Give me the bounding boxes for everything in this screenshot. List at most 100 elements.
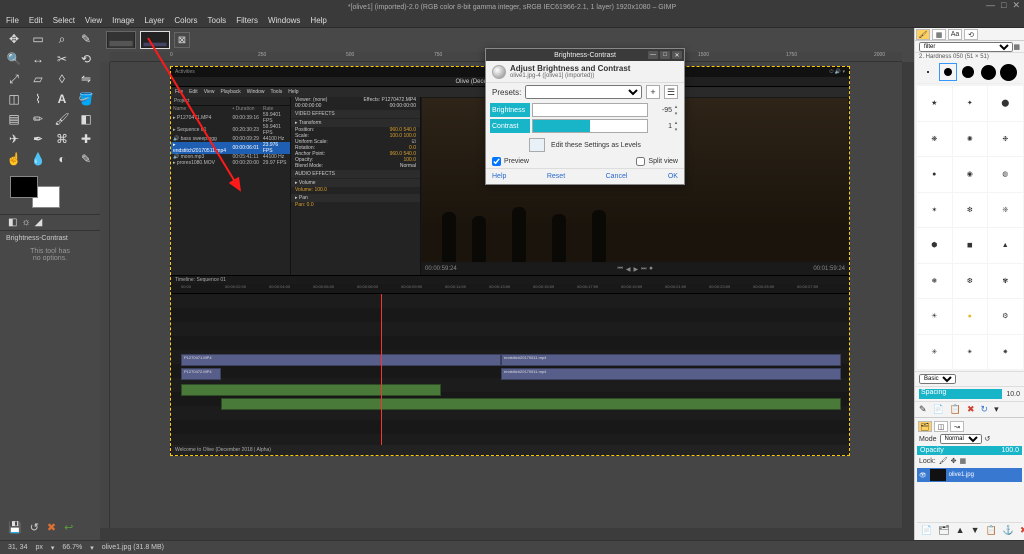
layer-visibility-icon[interactable]: 👁 [919,472,927,479]
menu-colors[interactable]: Colors [174,16,197,25]
dock-tab-fonts-icon[interactable]: Aa [948,29,962,40]
lock-pixels-icon[interactable]: 🖌 [939,457,948,465]
contrast-value[interactable]: 1 [650,123,672,130]
tool-free-select[interactable]: ⌕ [51,30,73,48]
split-view-checkbox[interactable]: Split view [636,157,678,166]
contrast-slider[interactable] [532,119,648,133]
canvas-scrollbar-horizontal[interactable] [100,528,914,540]
preset-add-button[interactable]: + [646,85,660,99]
ruler-vertical[interactable] [100,62,110,528]
dialog-close[interactable]: ✕ [672,51,682,59]
tool-pencil[interactable]: ✏ [27,110,49,128]
brush-menu-icon[interactable]: ▾ [994,404,999,415]
cancel-button[interactable]: Cancel [606,173,628,180]
tool-flip[interactable]: ⇋ [75,70,97,88]
dock-tab-2-icon[interactable]: ☼ [21,217,30,228]
dock-tab-history-icon[interactable]: ⟲ [964,29,978,40]
layer-up-icon[interactable]: ▲ [956,525,965,536]
help-button[interactable]: Help [492,173,506,180]
brightness-slider[interactable] [532,103,648,117]
layer-duplicate-icon[interactable]: 📋 [986,525,997,536]
menu-tools[interactable]: Tools [208,16,227,25]
tool-clone[interactable]: ⌘ [51,130,73,148]
dock-tab-patterns-icon[interactable]: ▦ [932,29,946,40]
menu-view[interactable]: View [85,16,102,25]
tab-layers-icon[interactable]: 🗂 [918,421,932,432]
lock-position-icon[interactable]: ✥ [951,457,957,465]
window-maximize[interactable]: □ [1001,0,1006,11]
toolopt-delete-icon[interactable]: ✖ [47,521,56,534]
window-minimize[interactable]: — [986,0,995,11]
status-unit[interactable]: px [35,544,42,551]
brush-new-icon[interactable]: 📄 [933,404,944,415]
dialog-minimize[interactable]: — [648,51,658,59]
close-tab-icon[interactable]: ⊠ [174,32,190,48]
tool-heal[interactable]: ✚ [75,130,97,148]
layer-delete-icon[interactable]: ✖ [1020,525,1024,536]
brush-filter-select[interactable]: filter [919,42,1013,52]
toolopt-save-icon[interactable]: 💾 [8,521,22,534]
tool-smudge[interactable]: ☝ [3,150,25,168]
layer-new-icon[interactable]: 📄 [921,525,932,536]
tool-cage[interactable]: ◫ [3,90,25,108]
brush-grid-view-icon[interactable]: ▦ [1013,43,1020,51]
tool-shear[interactable]: ▱ [27,70,49,88]
ok-button[interactable]: OK [668,173,678,180]
spacing-slider[interactable]: Spacing [919,389,1002,399]
menu-layer[interactable]: Layer [144,16,164,25]
tool-fuzzy-select[interactable]: ✎ [75,30,97,48]
dialog-maximize[interactable]: □ [660,51,670,59]
opacity-slider[interactable]: Opacity100.0 [917,446,1022,455]
brush-duplicate-icon[interactable]: 📋 [950,404,961,415]
preview-checkbox[interactable]: Preview [492,157,529,166]
tool-airbrush[interactable]: ✈ [3,130,25,148]
tool-dodge[interactable]: ◐ [51,150,73,168]
layer-down-icon[interactable]: ▼ [971,525,980,536]
tool-perspective[interactable]: ◊ [51,70,73,88]
tool-rotate[interactable]: ⟲ [75,50,97,68]
tool-gradient[interactable]: ▤ [3,110,25,128]
brush-edit-icon[interactable]: ✎ [919,404,927,415]
dock-tab-brushes-icon[interactable]: 🖌 [916,29,930,40]
brightness-up[interactable]: ▴ [672,103,680,110]
toolopt-restore-icon[interactable]: ↩ [64,521,73,534]
status-zoom[interactable]: 66.7% [62,544,82,551]
tab-paths-icon[interactable]: ↝ [950,421,964,432]
tool-ink[interactable]: ✒ [27,130,49,148]
tool-crop[interactable]: ✂ [51,50,73,68]
canvas-scrollbar-vertical[interactable] [902,62,914,528]
brightness-value[interactable]: -95 [650,107,672,114]
toolopt-reset-icon[interactable]: ↺ [30,521,39,534]
image-tab-1[interactable] [106,31,136,49]
lock-alpha-icon[interactable]: ▦ [960,457,967,465]
contrast-up[interactable]: ▴ [672,119,680,126]
tool-bucket[interactable]: 🪣 [75,90,97,108]
image-tab-2[interactable] [140,31,170,49]
menu-image[interactable]: Image [112,16,134,25]
window-close[interactable]: ✕ [1012,0,1020,11]
tool-scale[interactable]: ⤢ [3,70,25,88]
brush-delete-icon[interactable]: ✖ [967,404,975,415]
tool-blur[interactable]: 💧 [27,150,49,168]
menu-select[interactable]: Select [53,16,75,25]
menu-help[interactable]: Help [310,16,326,25]
tool-warp[interactable]: ⌇ [27,90,49,108]
reset-button[interactable]: Reset [547,173,565,180]
preset-menu-button[interactable]: ☰ [664,85,678,99]
brush-refresh-icon[interactable]: ↻ [981,404,989,415]
menu-filters[interactable]: Filters [236,16,258,25]
contrast-down[interactable]: ▾ [672,126,680,133]
dock-tab-3-icon[interactable]: ◢ [35,217,43,228]
tool-zoom[interactable]: 🔍 [3,50,25,68]
dock-tab-1-icon[interactable]: ◧ [8,217,17,228]
brightness-down[interactable]: ▾ [672,110,680,117]
tool-text[interactable]: A [51,90,73,108]
menu-edit[interactable]: Edit [29,16,43,25]
tool-measure[interactable]: ↔ [27,50,49,68]
brush-grid[interactable]: ★✦⬤◆✖ ❋✺❉✻✼ ●◉◍◌○ ✶❇❊✵✹ ⬢◼▲◯✦ ❅❆✾⌬✿ ☀●⚙◐… [915,84,1024,371]
presets-select[interactable] [525,85,642,99]
tab-channels-icon[interactable]: ◫ [934,421,948,432]
tool-paintbrush[interactable]: 🖌 [51,110,73,128]
brush-category-select[interactable]: Basic [919,374,956,384]
menu-file[interactable]: File [6,16,19,25]
